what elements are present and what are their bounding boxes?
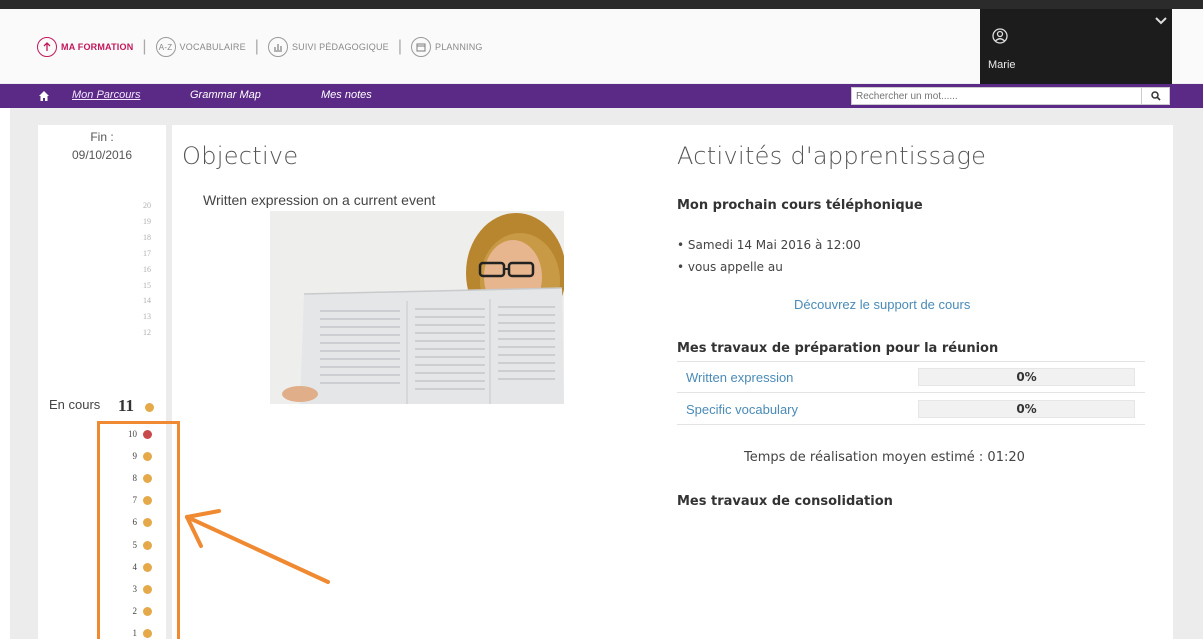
highlight-annotation (97, 421, 180, 639)
next-call-heading: Mon prochain cours téléphonique (677, 198, 923, 213)
user-icon (992, 28, 1008, 44)
call-phone: • vous appelle au (677, 260, 783, 274)
objective-text: Written expression on a current event (203, 192, 436, 208)
nav-label: VOCABULAIRE (179, 42, 246, 52)
objective-title: Objective (182, 142, 299, 170)
divider (677, 392, 1145, 393)
search-input[interactable] (851, 87, 1142, 105)
consolidation-heading: Mes travaux de consolidation (677, 494, 893, 509)
current-step-number: 11 (118, 396, 135, 415)
timeline-step-17: 17 (143, 248, 151, 258)
call-date: • Samedi 14 Mai 2016 à 12:00 (677, 238, 861, 252)
divider (677, 361, 1145, 362)
upload-circle-icon (37, 37, 57, 57)
nav-label: MA FORMATION (61, 42, 134, 52)
timeline-step-14: 14 (143, 296, 151, 306)
timeline-step-20: 20 (143, 201, 151, 210)
end-date: Fin : 09/10/2016 (38, 128, 166, 164)
end-date-value: 09/10/2016 (71, 148, 133, 162)
current-step-dot (145, 403, 154, 412)
divider (677, 424, 1145, 425)
nav-label: PLANNING (435, 42, 483, 52)
subnav-grammar-map[interactable]: Grammar Map (190, 89, 261, 101)
nav-planning[interactable]: PLANNING (411, 37, 483, 57)
progress-bar: 0% (918, 368, 1135, 386)
sub-nav-bar: Mon Parcours Grammar Map Mes notes (0, 84, 1203, 108)
prep-item-specific-vocabulary[interactable]: Specific vocabulary (686, 402, 798, 417)
calendar-icon (411, 37, 432, 57)
timeline-step-19: 19 (143, 216, 151, 226)
progress-bar: 0% (918, 400, 1135, 418)
main-nav: MA FORMATION | A-Z VOCABULAIRE | SUIVI P… (37, 36, 483, 58)
prep-item-written-expression[interactable]: Written expression (686, 370, 793, 385)
progress-label: 0% (1016, 370, 1037, 384)
user-name: Marie (988, 59, 1016, 71)
chart-icon (267, 37, 288, 57)
timeline-step-16: 16 (143, 264, 151, 274)
nav-separator: | (142, 38, 147, 55)
support-link[interactable]: Découvrez le support de cours (794, 297, 970, 312)
timeline-step-13: 13 (143, 312, 151, 322)
search-icon (1150, 91, 1161, 101)
nav-separator: | (254, 38, 259, 55)
subnav-mon-parcours[interactable]: Mon Parcours (72, 89, 140, 101)
nav-label: SUIVI PÉDAGOGIQUE (291, 42, 389, 52)
current-step-label: En cours (49, 397, 101, 412)
nav-separator: | (397, 38, 403, 55)
call-date-text: Samedi 14 Mai 2016 à 12:00 (687, 238, 861, 252)
timeline-step-18: 18 (143, 232, 151, 242)
arrow-annotation (185, 509, 330, 584)
timeline-step-12: 12 (143, 328, 151, 338)
timeline-step-15: 15 (143, 280, 151, 290)
nav-ma-formation[interactable]: MA FORMATION (37, 37, 133, 57)
subnav-mes-notes[interactable]: Mes notes (321, 89, 372, 101)
nav-suivi-pedagogique[interactable]: SUIVI PÉDAGOGIQUE (267, 37, 389, 57)
az-dictionary-icon: A-Z (155, 37, 176, 57)
activities-title: Activités d'apprentissage (677, 142, 987, 170)
nav-vocabulaire[interactable]: A-Z VOCABULAIRE (155, 37, 246, 57)
header: MA FORMATION | A-Z VOCABULAIRE | SUIVI P… (0, 9, 1203, 84)
search-button[interactable] (1142, 87, 1170, 105)
home-icon[interactable] (38, 90, 50, 102)
end-date-label: Fin : (90, 130, 114, 144)
chevron-down-icon[interactable] (1155, 17, 1167, 25)
estimated-time: Temps de réalisation moyen estimé : 01:2… (744, 450, 1025, 465)
objective-photo (270, 211, 564, 404)
prep-heading: Mes travaux de préparation pour la réuni… (677, 341, 999, 356)
progress-label: 0% (1016, 402, 1037, 416)
top-strip (0, 0, 1203, 9)
call-phone-text: vous appelle au (687, 260, 783, 274)
user-menu[interactable]: Marie (980, 9, 1172, 84)
